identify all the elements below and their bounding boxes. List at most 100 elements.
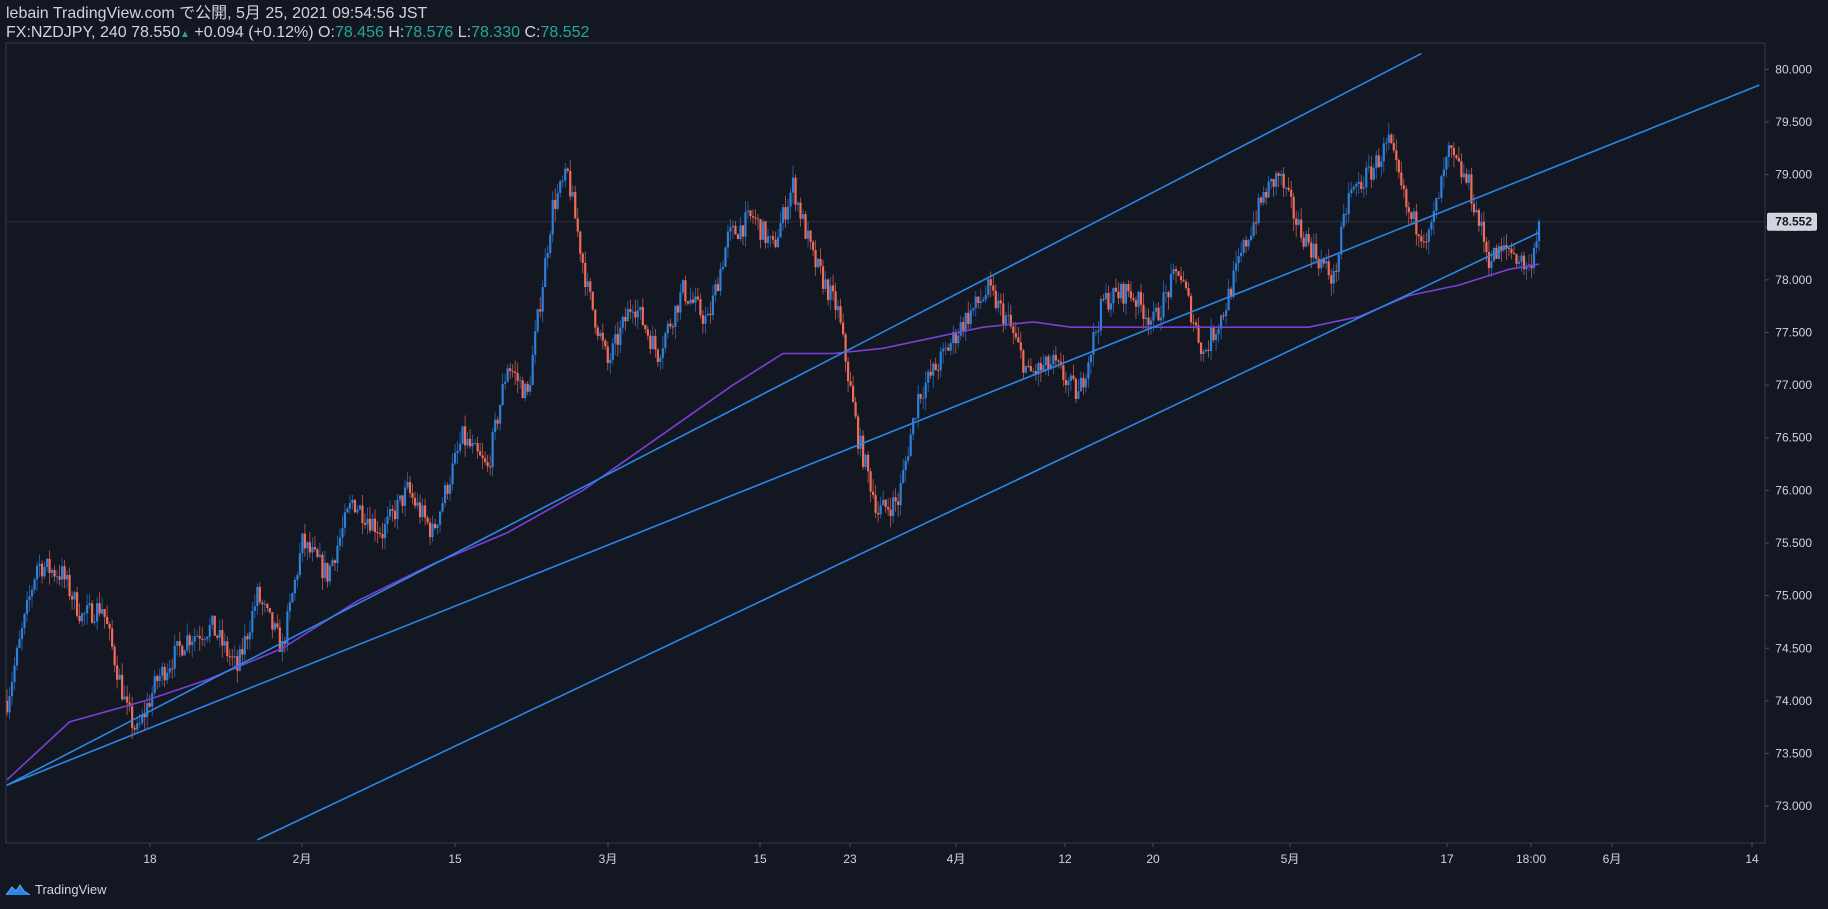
candle-body <box>531 354 534 385</box>
candle-body <box>476 443 479 452</box>
candle-body <box>882 499 885 506</box>
candle-body <box>1292 196 1295 219</box>
candle-body <box>73 592 76 600</box>
candle-body <box>1430 222 1433 230</box>
candle-body <box>386 516 389 525</box>
candle-body <box>1407 207 1410 213</box>
candle-body <box>298 553 301 576</box>
candle-body <box>1124 284 1128 304</box>
candle-body <box>644 325 647 330</box>
trendline-channel-upper <box>6 52 1422 786</box>
candle-body <box>666 323 669 334</box>
candle-body <box>1275 173 1278 187</box>
candle-body <box>113 646 116 666</box>
candle-body <box>884 499 887 507</box>
candle-body <box>383 524 387 539</box>
candle-body <box>1087 362 1090 379</box>
candle-body <box>917 394 920 419</box>
candle-body <box>1517 261 1521 264</box>
candle-body <box>1537 221 1541 242</box>
candle-body <box>1392 143 1395 151</box>
candle-body <box>1355 183 1358 187</box>
candle-body <box>854 402 857 417</box>
candle-body <box>376 532 379 534</box>
candle-body <box>1189 295 1193 323</box>
candle-body <box>1280 173 1283 176</box>
candle-body <box>356 509 359 513</box>
candle-body <box>146 703 149 718</box>
candle-body <box>949 343 952 351</box>
candle-body <box>331 560 334 566</box>
candle-body <box>1295 218 1298 225</box>
candle-body <box>561 180 564 182</box>
candle-body <box>514 371 517 374</box>
candle-body <box>428 522 432 538</box>
candle-body <box>1162 292 1165 318</box>
candle-body <box>779 223 782 238</box>
candle-body <box>529 384 532 392</box>
candle-body <box>1017 337 1020 343</box>
candle-body <box>1512 252 1516 255</box>
candle-body <box>1257 197 1260 223</box>
candle-body <box>654 336 657 350</box>
candle-body <box>148 703 151 707</box>
candle-body <box>33 579 36 590</box>
candle-body <box>1507 248 1511 250</box>
candle-body <box>556 192 559 209</box>
candle-body <box>256 586 259 607</box>
candle-body <box>261 602 264 605</box>
candle-body <box>361 505 364 523</box>
candle-body <box>411 493 414 498</box>
candle-body <box>1242 240 1245 253</box>
candle-body <box>266 603 269 608</box>
candle-body <box>1227 288 1230 311</box>
candle-body <box>1490 261 1493 269</box>
candle-body <box>506 368 509 382</box>
price-chart[interactable]: 80.00079.50079.00078.50078.00077.50077.0… <box>0 0 1828 909</box>
candle-body <box>671 326 674 328</box>
candle-body <box>771 236 775 240</box>
candle-body <box>1362 187 1365 189</box>
candle-body <box>1417 234 1420 237</box>
candle-body <box>398 495 402 500</box>
candle-body <box>1107 292 1110 310</box>
candle-body <box>484 458 487 462</box>
candle-body <box>163 666 166 681</box>
candle-body <box>1535 241 1538 248</box>
candle-body <box>106 616 109 625</box>
candle-body <box>1262 191 1265 203</box>
candle-body <box>494 419 497 432</box>
candle-body <box>1154 307 1158 312</box>
candle-body <box>416 502 419 506</box>
candle-body <box>534 331 537 355</box>
candle-body <box>258 586 261 603</box>
candle-body <box>1427 229 1430 242</box>
candle-body <box>1177 271 1180 276</box>
candle-body <box>1337 254 1340 272</box>
candle-body <box>1089 354 1093 363</box>
candle-body <box>736 234 740 239</box>
candle-body <box>646 329 649 336</box>
candle-body <box>634 311 637 318</box>
candle-body <box>902 469 905 483</box>
candle-body <box>10 682 14 697</box>
candle-body <box>118 674 121 680</box>
candle-body <box>1380 161 1383 168</box>
candle-body <box>53 570 56 577</box>
candle-body <box>809 230 812 242</box>
candle-body <box>604 340 607 347</box>
candle-body <box>1064 380 1067 386</box>
candle-body <box>1194 322 1198 326</box>
candle-body <box>236 656 239 671</box>
candle-body <box>1014 333 1017 338</box>
candle-body <box>739 225 742 239</box>
candle-body <box>544 258 547 288</box>
time-tick-label: 20 <box>1146 852 1160 866</box>
candle-body <box>897 501 900 506</box>
candle-body <box>1094 331 1098 333</box>
candle-body <box>413 497 417 506</box>
candle-body <box>1174 269 1178 272</box>
candle-body <box>231 656 234 658</box>
candle-body <box>1082 377 1085 388</box>
candle-body <box>731 225 735 228</box>
